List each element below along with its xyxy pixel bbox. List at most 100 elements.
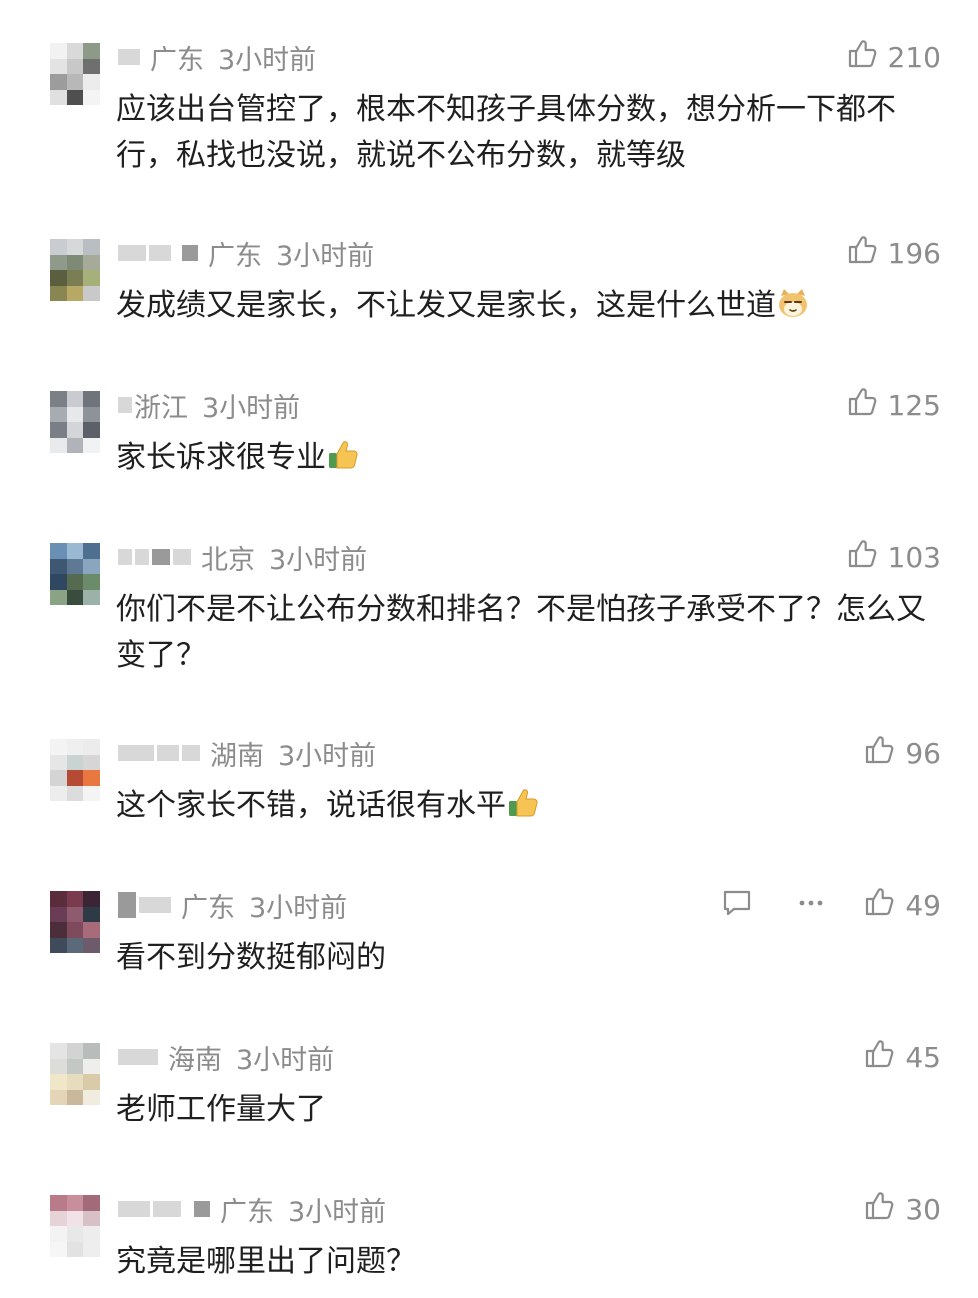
avatar-tile: [83, 1089, 100, 1105]
username-redacted[interactable]: [118, 1201, 210, 1217]
username-redacted[interactable]: [118, 245, 198, 261]
avatar[interactable]: [50, 239, 100, 301]
avatar-tile: [83, 589, 100, 605]
comment-item: 广东 3小时前 210 应该出台管控了，根本不知孩子具体分数，想分析一下都不行，…: [0, 37, 978, 187]
time-label: 3小时前: [249, 892, 348, 924]
avatar-tile: [66, 43, 84, 59]
avatar-tile: [66, 58, 84, 74]
comment-meta: 广东 3小时前: [118, 885, 347, 925]
username-redacted[interactable]: [118, 397, 132, 413]
avatar-tile: [66, 754, 84, 770]
avatar-tile: [50, 270, 67, 286]
avatar-tile: [50, 1074, 67, 1090]
comment-meta: 湖南 3小时前: [118, 733, 376, 773]
avatar-tile: [66, 922, 84, 938]
location-label: 广东: [181, 892, 235, 924]
username-redacted[interactable]: [118, 549, 191, 565]
comment-text[interactable]: 家长诉求很专业: [116, 435, 946, 481]
like-button[interactable]: 45: [863, 1037, 941, 1077]
avatar[interactable]: [50, 1043, 100, 1105]
like-button[interactable]: 96: [863, 733, 941, 773]
username-redacted[interactable]: [118, 49, 140, 65]
avatar-tile: [50, 1195, 67, 1211]
avatar-tile: [83, 785, 100, 801]
comment-text-content: 老师工作量大了: [116, 1092, 326, 1127]
like-button[interactable]: 103: [846, 537, 941, 577]
username-redacted[interactable]: [118, 745, 200, 761]
thumbs-up-outline-icon: [863, 1038, 895, 1077]
like-button[interactable]: 210: [846, 37, 941, 77]
avatar-tile: [50, 43, 67, 59]
comment-text[interactable]: 你们不是不让公布分数和排名？不是怕孩子承受不了？怎么又变了？: [116, 587, 946, 679]
like-button[interactable]: 49: [863, 885, 941, 925]
comment-text-content: 你们不是不让公布分数和排名？不是怕孩子承受不了？怎么又变了？: [116, 592, 926, 673]
avatar-tile: [66, 574, 84, 590]
more-dots-icon[interactable]: [794, 886, 828, 924]
avatar-tile: [83, 739, 100, 755]
avatar[interactable]: [50, 543, 100, 605]
avatar-tile: [66, 558, 84, 574]
time-label: 3小时前: [218, 44, 317, 76]
thumbs-up-emoji-icon: [326, 440, 360, 475]
avatar-tile: [83, 270, 100, 286]
username-redacted[interactable]: [118, 892, 171, 918]
comment-item: 广东 3小时前 49 看不到分数挺郁闷的: [0, 885, 978, 995]
comment-bubble-icon[interactable]: [720, 886, 754, 924]
avatar-tile: [66, 285, 84, 301]
avatar-tile: [66, 74, 84, 90]
comment-text[interactable]: 发成绩又是家长，不让发又是家长，这是什么世道: [116, 283, 946, 329]
avatar[interactable]: [50, 43, 100, 105]
avatar-tile: [83, 43, 100, 59]
comment-item: 广东 3小时前 30 究竟是哪里出了问题？: [0, 1189, 978, 1289]
comment-text[interactable]: 应该出台管控了，根本不知孩子具体分数，想分析一下都不行，私找也没说，就说不公布分…: [116, 87, 946, 179]
avatar-tile: [50, 391, 67, 407]
avatar-tile: [66, 937, 84, 953]
avatar[interactable]: [50, 391, 100, 453]
avatar-tile: [83, 574, 100, 590]
avatar-tile: [50, 589, 67, 605]
comment-text-content: 究竟是哪里出了问题？: [116, 1244, 416, 1279]
avatar-tile: [50, 922, 67, 938]
comment-text[interactable]: 看不到分数挺郁闷的: [116, 935, 946, 981]
comment-text[interactable]: 老师工作量大了: [116, 1087, 946, 1133]
like-button[interactable]: 125: [846, 385, 941, 425]
avatar-tile: [50, 254, 67, 270]
like-button[interactable]: 30: [863, 1189, 941, 1229]
comment-text[interactable]: 究竟是哪里出了问题？: [116, 1239, 946, 1285]
comment-text-content: 这个家长不错，说话很有水平: [116, 788, 506, 823]
comment-text[interactable]: 这个家长不错，说话很有水平: [116, 783, 946, 829]
avatar-tile: [66, 1210, 84, 1226]
like-count: 96: [905, 736, 941, 770]
avatar-tile: [50, 406, 67, 422]
thumbs-up-outline-icon: [846, 386, 878, 425]
avatar-tile: [66, 1226, 84, 1242]
like-count: 30: [905, 1192, 941, 1226]
comment-item: 浙江 3小时前 125 家长诉求很专业: [0, 385, 978, 495]
avatar-tile: [66, 1043, 84, 1059]
username-redacted[interactable]: [118, 1049, 158, 1065]
avatar[interactable]: [50, 891, 100, 953]
avatar-tile: [83, 391, 100, 407]
avatar-tile: [66, 239, 84, 255]
avatar-tile: [50, 574, 67, 590]
avatar-tile: [83, 239, 100, 255]
avatar[interactable]: [50, 1195, 100, 1257]
avatar-tile: [50, 906, 67, 922]
avatar-tile: [66, 1074, 84, 1090]
avatar-tile: [83, 1058, 100, 1074]
avatar-tile: [66, 1058, 84, 1074]
location-label: 广东: [220, 1196, 274, 1228]
comment-item: 湖南 3小时前 96 这个家长不错，说话很有水平: [0, 733, 978, 843]
avatar-tile: [50, 285, 67, 301]
avatar-tile: [83, 558, 100, 574]
avatar-tile: [83, 770, 100, 786]
like-count: 125: [887, 388, 941, 422]
avatar-tile: [50, 1210, 67, 1226]
avatar-tile: [50, 558, 67, 574]
time-label: 3小时前: [288, 1196, 387, 1228]
avatar[interactable]: [50, 739, 100, 801]
avatar-tile: [66, 589, 84, 605]
thumbs-up-outline-icon: [846, 38, 878, 77]
avatar-tile: [50, 785, 67, 801]
like-button[interactable]: 196: [846, 233, 941, 273]
